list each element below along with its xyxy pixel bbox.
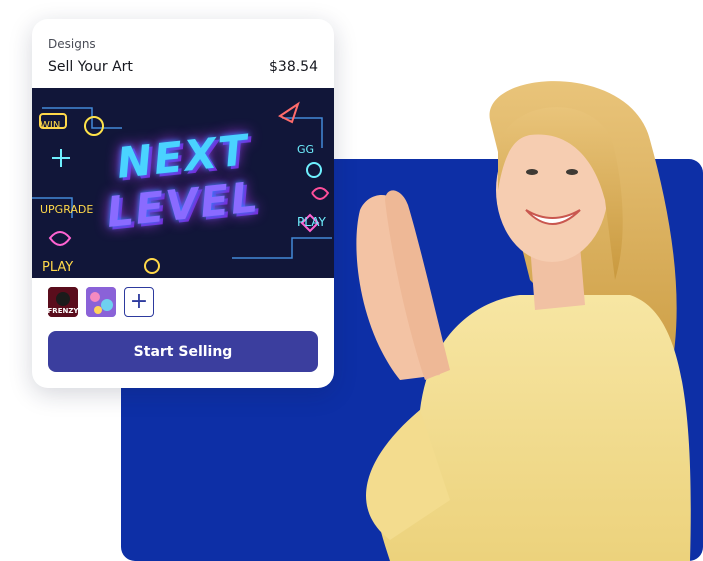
frenzy-thumbnail-art: FRENZY bbox=[48, 287, 78, 317]
product-title: Sell Your Art bbox=[48, 59, 133, 75]
plus-icon: + bbox=[129, 289, 149, 314]
add-design-button[interactable]: + bbox=[124, 287, 154, 317]
thumbnail-pattern[interactable] bbox=[86, 287, 116, 317]
svg-text:PLAY: PLAY bbox=[297, 215, 326, 229]
svg-text:PLAY: PLAY bbox=[42, 260, 73, 275]
smiling-woman-photo bbox=[356, 81, 691, 561]
category-label: Designs bbox=[48, 37, 96, 51]
svg-text:WIN: WIN bbox=[40, 120, 60, 131]
start-selling-button[interactable]: Start Selling bbox=[48, 331, 318, 372]
design-thumbnails: FRENZY + bbox=[48, 287, 154, 317]
product-price: $38.54 bbox=[269, 59, 318, 75]
pattern-thumbnail-art bbox=[86, 287, 116, 317]
thumbnail-frenzy[interactable]: FRENZY bbox=[48, 287, 78, 317]
product-card: Designs Sell Your Art $38.54 UPGRADE PLA… bbox=[32, 19, 334, 388]
design-artwork-image[interactable]: UPGRADE PLAY PLAY GG WIN NEXT LEVEL bbox=[32, 88, 334, 278]
thumbnail-frenzy-label: FRENZY bbox=[48, 307, 78, 315]
